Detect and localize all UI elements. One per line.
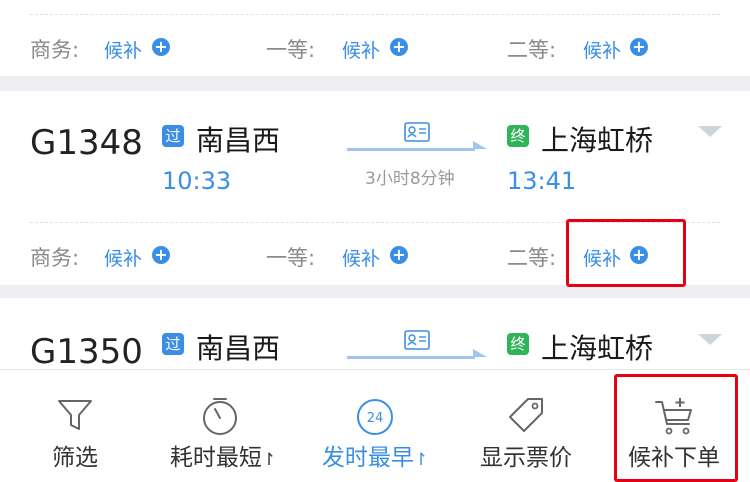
show-price-button[interactable]: 显示票价 (468, 370, 584, 482)
plus-circle-icon[interactable]: + (152, 38, 170, 56)
route-arrow (347, 356, 475, 359)
sort-shortest-text: 耗时最短 (169, 445, 262, 471)
filter-label: 筛选 (52, 445, 98, 471)
seat-label-second: 二等: (507, 38, 557, 62)
train-card-1: 商务: 候补 + 一等: 候补 + 二等: 候补 + (0, 0, 750, 76)
waitlist-first[interactable]: 候补 (342, 244, 380, 271)
plus-circle-icon[interactable]: + (390, 246, 408, 264)
sort-earliest-button[interactable]: 24 发时最早↾ (312, 370, 438, 482)
departure-station: 南昌西 (196, 124, 281, 157)
pass-badge: 过 (162, 333, 184, 355)
train-number: G1350 (30, 332, 143, 372)
arrow-head-icon (473, 141, 487, 149)
arrival-time: 13:41 (507, 167, 577, 195)
arrow-head-icon (473, 349, 487, 357)
seat-label-second: 二等: (507, 246, 557, 270)
clock-24-text: 24 (367, 411, 384, 426)
waitlist-first[interactable]: 候补 (342, 36, 380, 63)
plus-circle-icon[interactable]: + (152, 246, 170, 264)
funnel-icon (58, 400, 92, 430)
sort-earliest-text: 发时最早 (321, 445, 414, 471)
arrival-station: 上海虹桥 (541, 332, 654, 365)
plus-circle-icon[interactable]: + (390, 38, 408, 56)
terminal-badge: 终 (507, 125, 529, 147)
plus-circle-icon[interactable]: + (630, 38, 648, 56)
departure-station: 南昌西 (196, 332, 281, 365)
route-arrow (347, 148, 475, 151)
sort-marker: ↾ (413, 450, 429, 470)
seat-label-business: 商务: (30, 246, 80, 270)
pass-badge: 过 (162, 125, 184, 147)
seat-label-first: 一等: (266, 246, 316, 270)
seat-label-first: 一等: (266, 38, 316, 62)
train-number: G1348 (30, 123, 143, 163)
sort-marker: ↾ (261, 450, 277, 470)
filter-button[interactable]: 筛选 (20, 370, 130, 482)
id-card-icon (404, 330, 430, 350)
waitlist-business[interactable]: 候补 (104, 36, 142, 63)
waitlist-second[interactable]: 候补 (583, 36, 621, 63)
divider (30, 14, 720, 15)
train-card-2[interactable]: G1348 过 南昌西 10:33 3小时8分钟 终 上海虹桥 13:41 商务… (0, 91, 750, 287)
stopwatch-icon (203, 398, 237, 435)
highlight-box (566, 219, 686, 287)
sort-shortest-button[interactable]: 耗时最短↾ (160, 370, 286, 482)
show-price-label: 显示票价 (480, 445, 572, 471)
id-card-icon (404, 122, 430, 142)
chevron-down-icon[interactable] (698, 334, 722, 345)
bottom-toolbar: 筛选 耗时最短↾ 24 发时最早↾ 显示票价 候补下单 (0, 369, 750, 482)
train-card-3[interactable]: G1350 过 南昌西 终 上海虹桥 (0, 298, 750, 378)
clock-24-icon: 24 (357, 399, 393, 435)
price-tag-icon (509, 398, 543, 432)
waitlist-business[interactable]: 候补 (104, 244, 142, 271)
chevron-down-icon[interactable] (698, 126, 722, 137)
sort-shortest-label: 耗时最短↾ (160, 438, 286, 472)
terminal-badge: 终 (507, 333, 529, 355)
highlight-box (614, 374, 738, 482)
seat-label-business: 商务: (30, 38, 80, 62)
arrival-station: 上海虹桥 (541, 124, 654, 157)
duration: 3小时8分钟 (365, 169, 455, 189)
departure-time: 10:33 (162, 167, 232, 195)
sort-earliest-label: 发时最早↾ (312, 438, 438, 472)
